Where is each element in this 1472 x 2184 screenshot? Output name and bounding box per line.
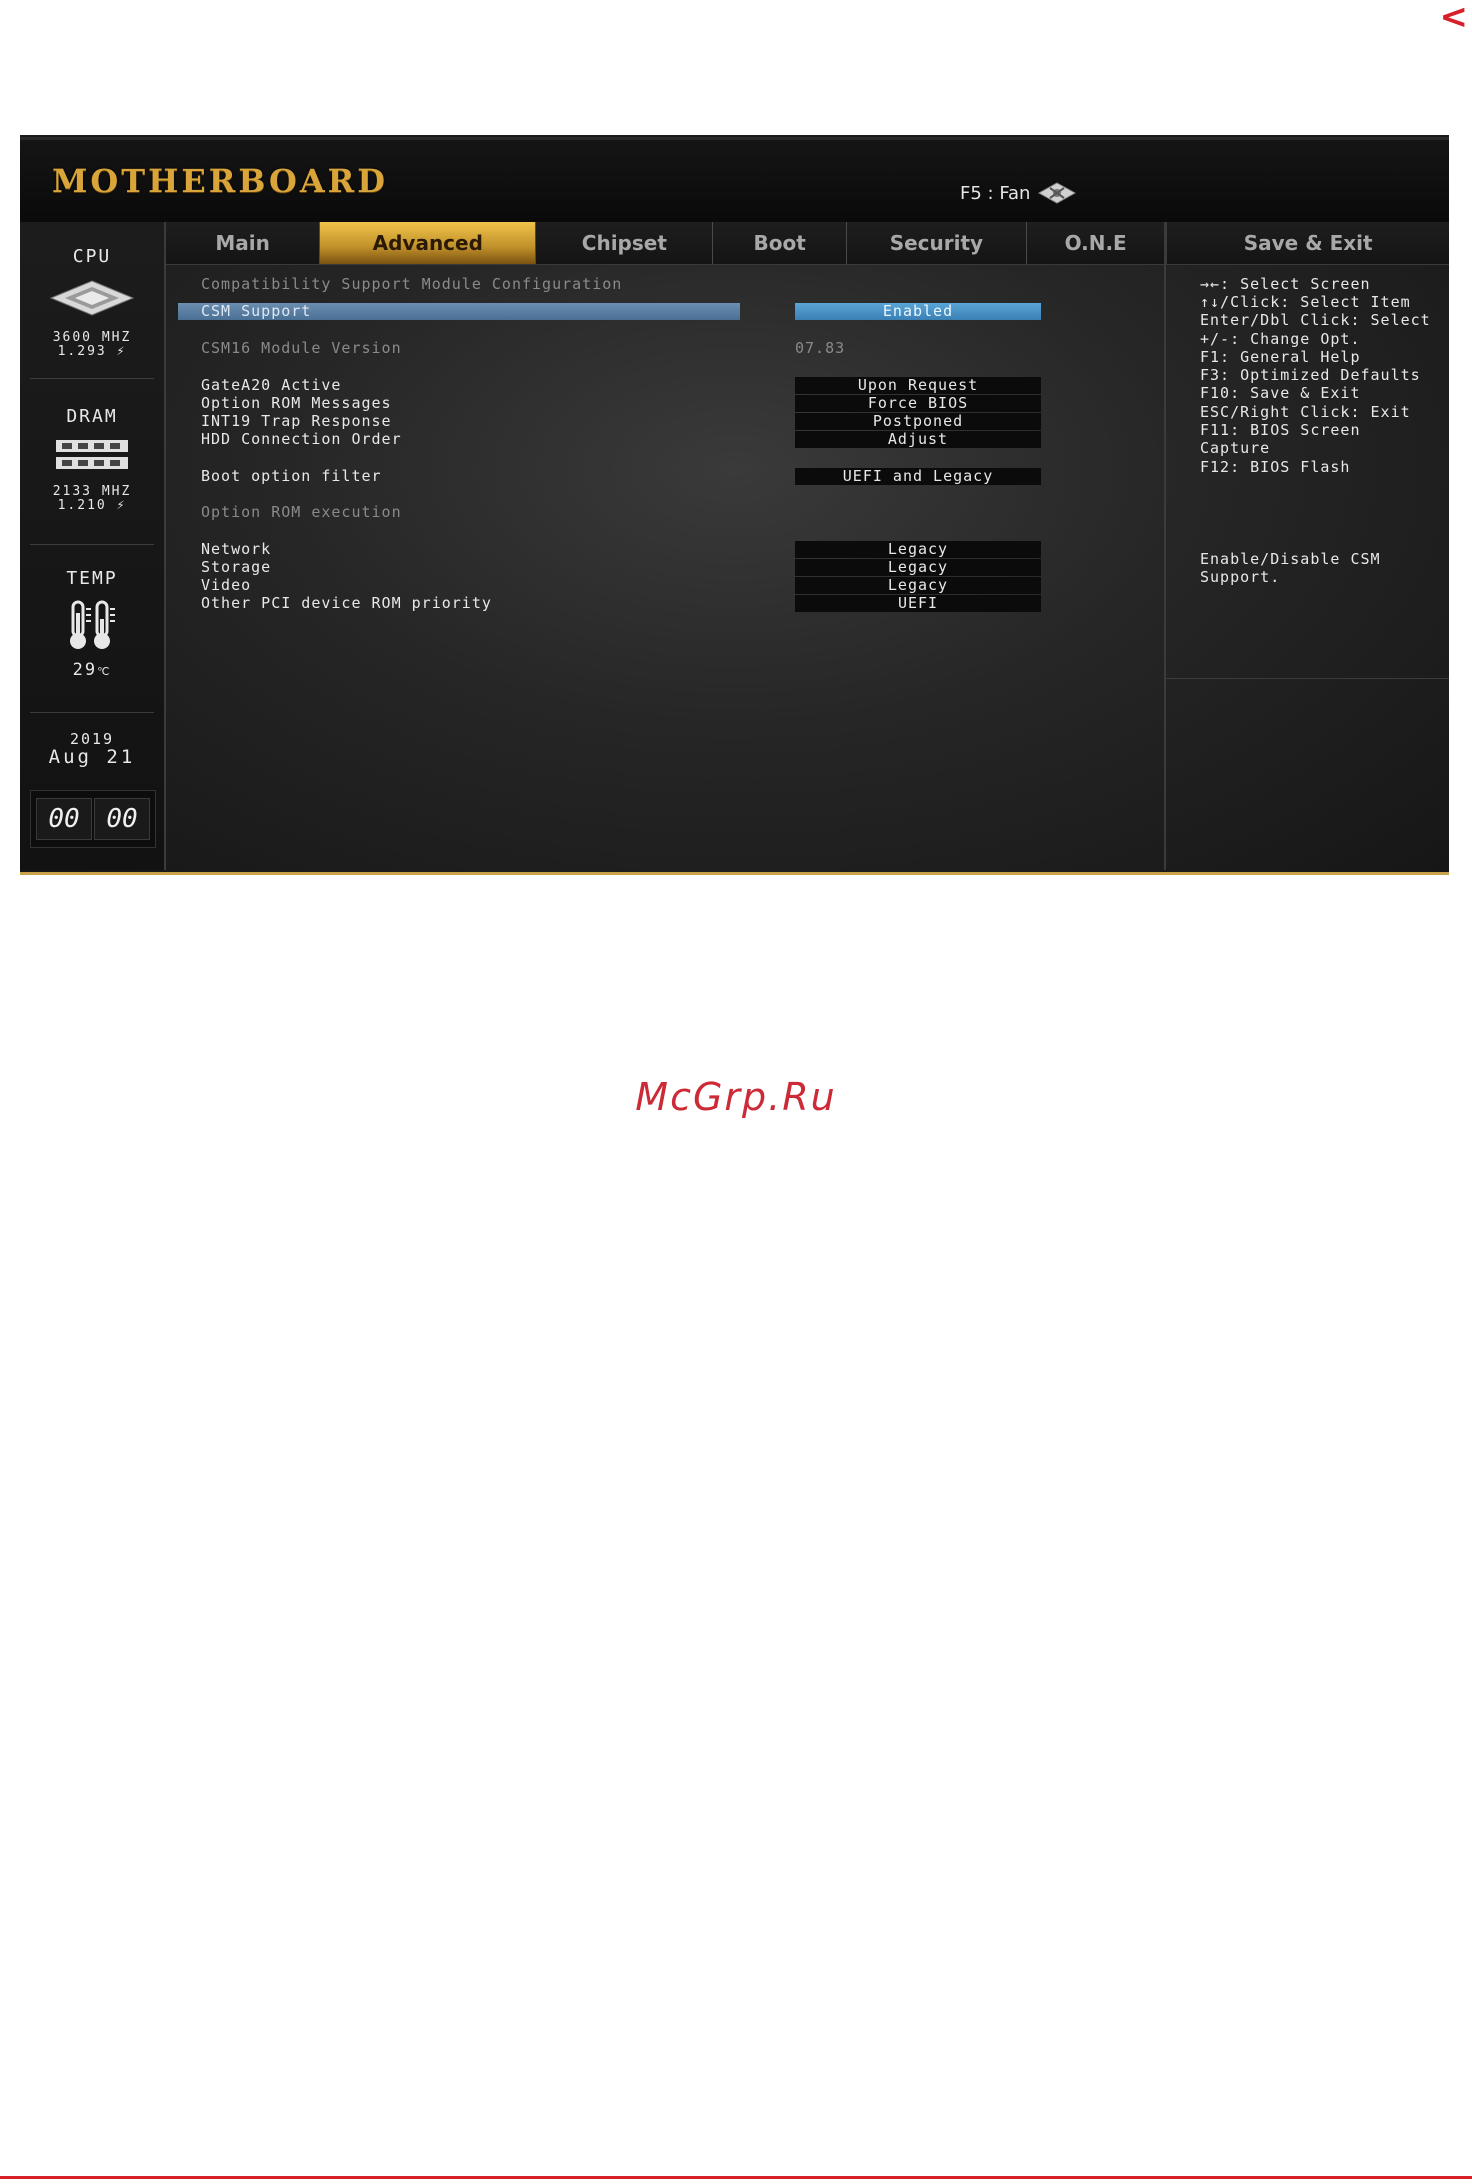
help-key-line: F1: General Help <box>1200 348 1361 366</box>
temp-title: TEMP <box>66 568 118 589</box>
watermark-text: McGrp.Ru <box>635 1075 837 1119</box>
temp-row: 29℃ <box>20 660 164 680</box>
cpu-chip-icon <box>49 280 135 316</box>
option-rom-messages-label[interactable]: Option ROM Messages <box>201 394 392 412</box>
bottom-accent-bar <box>20 872 1449 875</box>
page-back-arrow[interactable]: < <box>1440 0 1469 34</box>
help-description-line: Enable/Disable CSM <box>1200 550 1381 568</box>
help-key-line: ↑↓/Click: Select Item <box>1200 293 1411 311</box>
footer-rule <box>0 2176 1472 2179</box>
video-label[interactable]: Video <box>201 576 251 594</box>
help-key-line: Capture <box>1200 439 1271 457</box>
dram-module-icon <box>56 440 128 469</box>
help-panel: →←: Select Screen ↑↓/Click: Select Item … <box>1166 265 1449 870</box>
help-key-line: +/-: Change Opt. <box>1200 330 1361 348</box>
dram-panel: DRAM 2133 MHZ 1.210 ⚡ <box>20 406 164 513</box>
section-title: Compatibility Support Module Configurati… <box>201 275 623 293</box>
clock-display: 00 00 <box>30 790 156 848</box>
dram-frequency: 2133 MHZ <box>52 484 132 499</box>
help-key-line: →←: Select Screen <box>1200 275 1371 293</box>
cpu-voltage: 1.293 <box>57 344 107 359</box>
help-description-line: Support. <box>1200 568 1281 586</box>
other-pci-value[interactable]: UEFI <box>795 595 1041 612</box>
tab-boot[interactable]: Boot <box>713 222 847 264</box>
int19-value[interactable]: Postponed <box>795 413 1041 430</box>
clock-minutes: 00 <box>94 798 150 840</box>
fan-label: F5 : Fan <box>960 182 1031 204</box>
help-key-line: F12: BIOS Flash <box>1200 458 1351 476</box>
tab-chipset[interactable]: Chipset <box>536 222 714 264</box>
date-month-day: Aug 21 <box>48 746 136 768</box>
csm-support-label[interactable]: CSM Support <box>201 302 311 320</box>
status-sidebar: CPU 3600 MHZ 1.293 ⚡ DRAM 2133 MHZ 1.210… <box>20 222 166 870</box>
tab-save-exit[interactable]: Save & Exit <box>1165 222 1449 264</box>
temp-panel: TEMP 29℃ <box>20 568 164 679</box>
date-panel: 2019 Aug 21 <box>20 730 164 769</box>
csm16-version-label: CSM16 Module Version <box>201 339 402 357</box>
storage-label[interactable]: Storage <box>201 558 271 576</box>
hdd-order-value[interactable]: Adjust <box>795 431 1041 448</box>
help-key-line: F3: Optimized Defaults <box>1200 366 1421 384</box>
option-rom-messages-value[interactable]: Force BIOS <box>795 395 1041 412</box>
sidebar-divider <box>30 712 154 713</box>
sidebar-divider <box>30 544 154 545</box>
thermometer-icon <box>70 600 115 649</box>
network-value[interactable]: Legacy <box>795 541 1041 558</box>
csm16-version-value: 07.83 <box>795 339 846 357</box>
cpu-panel: CPU 3600 MHZ 1.293 ⚡ <box>20 246 164 359</box>
settings-panel: Compatibility Support Module Configurati… <box>166 265 1160 870</box>
bolt-icon: ⚡ <box>116 498 127 513</box>
storage-value[interactable]: Legacy <box>795 559 1041 576</box>
cpu-voltage-row: 1.293 ⚡ <box>20 345 164 359</box>
dram-voltage: 1.210 <box>57 498 107 513</box>
celsius-icon: ℃ <box>97 665 112 678</box>
clock-hours: 00 <box>36 798 92 840</box>
tab-one[interactable]: O.N.E <box>1026 222 1166 264</box>
tab-advanced[interactable]: Advanced <box>320 222 537 264</box>
boot-filter-label[interactable]: Boot option filter <box>201 467 382 485</box>
other-pci-label[interactable]: Other PCI device ROM priority <box>201 594 492 612</box>
option-rom-execution-heading: Option ROM execution <box>201 503 402 521</box>
gatea20-label[interactable]: GateA20 Active <box>201 376 341 394</box>
help-key-line: F11: BIOS Screen <box>1200 421 1361 439</box>
tab-security[interactable]: Security <box>846 222 1027 264</box>
fan-icon <box>1038 182 1077 204</box>
dram-title: DRAM <box>66 406 118 427</box>
fan-button[interactable]: F5 : Fan <box>960 182 1077 204</box>
bolt-icon: ⚡ <box>116 344 127 359</box>
cpu-frequency: 3600 MHZ <box>52 330 132 345</box>
csm-support-value[interactable]: Enabled <box>795 303 1041 320</box>
help-separator <box>1166 678 1449 679</box>
bios-header: MOTHERBOARD F5 : Fan <box>20 137 1449 225</box>
tab-bar: Main Advanced Chipset Boot Security O.N.… <box>166 222 1449 265</box>
int19-label[interactable]: INT19 Trap Response <box>201 412 392 430</box>
help-key-line: ESC/Right Click: Exit <box>1200 403 1411 421</box>
temp-value: 29 <box>72 660 98 680</box>
boot-filter-value[interactable]: UEFI and Legacy <box>795 468 1041 485</box>
sidebar-divider <box>30 378 154 379</box>
tab-main[interactable]: Main <box>166 222 321 264</box>
gatea20-value[interactable]: Upon Request <box>795 377 1041 394</box>
dram-voltage-row: 1.210 ⚡ <box>20 499 164 513</box>
brand-logo: MOTHERBOARD <box>52 162 389 200</box>
video-value[interactable]: Legacy <box>795 577 1041 594</box>
cpu-title: CPU <box>72 246 112 267</box>
network-label[interactable]: Network <box>201 540 271 558</box>
hdd-order-label[interactable]: HDD Connection Order <box>201 430 402 448</box>
help-key-line: Enter/Dbl Click: Select <box>1200 311 1431 329</box>
bios-screen: MOTHERBOARD F5 : Fan CPU 3600 MHZ 1.293 … <box>20 135 1449 875</box>
help-key-line: F10: Save & Exit <box>1200 384 1361 402</box>
date-year: 2019 <box>69 730 115 748</box>
